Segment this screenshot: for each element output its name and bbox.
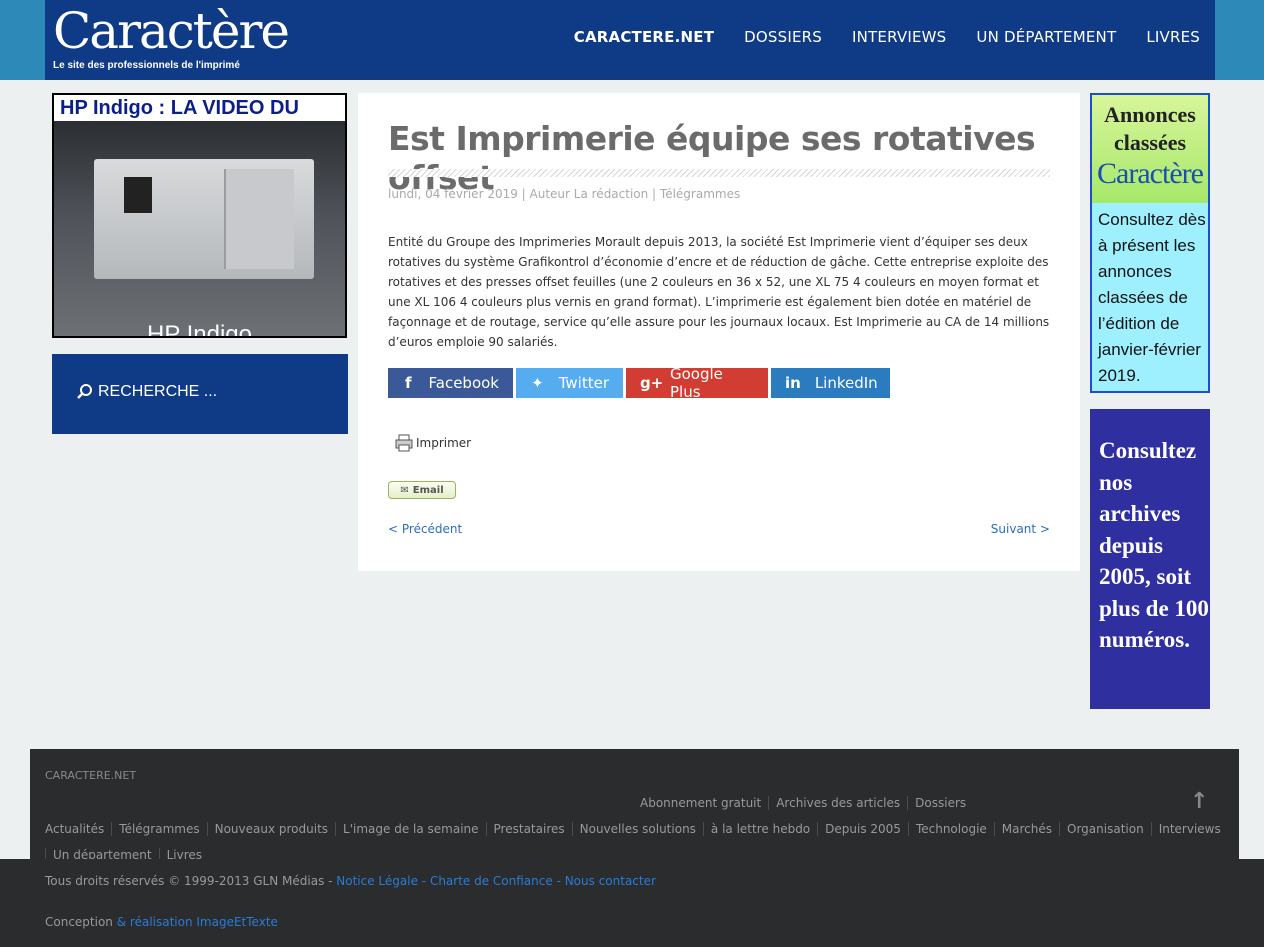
print-label: Imprimer	[416, 436, 472, 450]
classified-ads-header: Annonces classées Caractère	[1092, 95, 1208, 203]
footer-link-abonnement[interactable]: Abonnement gratuit	[640, 796, 768, 810]
footer-link-image-semaine[interactable]: L'image de la semaine	[335, 822, 486, 836]
footer-conception: Conception & réalisation ImageEtTexte	[45, 915, 278, 929]
classified-ads-text: Consultez dès à présent les annonces cla…	[1098, 210, 1206, 385]
video-title: HP Indigo : LA VIDEO DU MOIS	[54, 95, 345, 145]
printer-image	[94, 159, 314, 279]
archives-banner[interactable]: Consultez nos archives depuis 2005, soit…	[1090, 409, 1210, 709]
share-bar: f Facebook ✦ Twitter g+ Google Plus in L…	[388, 365, 890, 401]
previous-link[interactable]: < Précédent	[388, 522, 462, 536]
search-icon	[77, 384, 92, 399]
article-meta: lundi, 04 février 2019 | Auteur La rédac…	[388, 187, 741, 201]
footer-link-technologie[interactable]: Technologie	[907, 822, 994, 836]
footer-link-interviews[interactable]: Interviews	[1150, 822, 1228, 836]
share-facebook-label: Facebook	[428, 374, 499, 392]
nav-interviews[interactable]: INTERVIEWS	[837, 28, 961, 46]
email-label: Email	[412, 484, 444, 496]
article: Est Imprimerie équipe ses rotatives offs…	[358, 93, 1080, 571]
classified-ads-banner[interactable]: Annonces classées Caractère Consultez dè…	[1090, 93, 1210, 393]
footer-link-nouvelles-solutions[interactable]: Nouvelles solutions	[571, 822, 703, 836]
footer-link-actualites[interactable]: Actualités	[45, 822, 111, 836]
footer-link-telegrammes[interactable]: Télégrammes	[111, 822, 206, 836]
share-twitter-button[interactable]: ✦ Twitter	[516, 368, 623, 398]
video-thumbnail[interactable]: HP Indigo	[54, 121, 345, 338]
footer-link-prestataires[interactable]: Prestataires	[485, 822, 572, 836]
twitter-icon: ✦	[531, 374, 544, 392]
copyright-text: Tous droits réservés © 1999-2013 GLN Méd…	[45, 874, 337, 888]
envelope-icon: ✉	[400, 484, 409, 496]
video-caption: HP Indigo	[147, 321, 252, 338]
facebook-icon: f	[404, 374, 412, 392]
title-divider	[388, 169, 1050, 177]
footer: CARACTERE.NET Abonnement gratuit Archive…	[30, 749, 1239, 862]
nav-un-departement[interactable]: UN DÉPARTEMENT	[961, 28, 1131, 46]
linkedin-icon: in	[785, 374, 801, 392]
footer-bottom: Tous droits réservés © 1999-2013 GLN Méd…	[0, 859, 1264, 947]
video-of-month[interactable]: HP Indigo : LA VIDEO DU MOIS HP Indigo	[52, 93, 347, 338]
footer-link-lettre-hebdo[interactable]: à la lettre hebdo	[702, 822, 817, 836]
footer-copyright: Tous droits réservés © 1999-2013 GLN Méd…	[45, 874, 656, 888]
share-linkedin-button[interactable]: in LinkedIn	[771, 368, 890, 398]
share-linkedin-label: LinkedIn	[814, 374, 878, 392]
share-facebook-button[interactable]: f Facebook	[388, 368, 513, 398]
footer-link-organisation[interactable]: Organisation	[1059, 822, 1151, 836]
article-title: Est Imprimerie équipe ses rotatives offs…	[388, 119, 1036, 197]
classified-ads-brand: Caractère	[1097, 157, 1204, 190]
search-label: RECHERCHE ...	[98, 383, 218, 400]
footer-link-depuis-2005[interactable]: Depuis 2005	[817, 822, 908, 836]
nav-dossiers[interactable]: DOSSIERS	[729, 28, 837, 46]
email-button[interactable]: ✉ Email	[388, 481, 456, 499]
footer-links-row1: Actualités Télégrammes Nouveaux produits…	[45, 822, 1228, 836]
footer-links-top: Abonnement gratuit Archives des articles…	[640, 796, 973, 810]
footer-link-archives[interactable]: Archives des articles	[768, 796, 907, 810]
next-link[interactable]: Suivant >	[991, 522, 1050, 536]
nav-livres[interactable]: LIVRES	[1131, 28, 1215, 46]
back-to-top-icon[interactable]: ↑	[1190, 789, 1208, 814]
logo-text: Caractère	[53, 2, 290, 60]
nav-caractere-net[interactable]: CARACTERE.NET	[559, 28, 729, 46]
share-googleplus-button[interactable]: g+ Google Plus	[626, 365, 768, 401]
archives-text: Consultez nos archives depuis 2005, soit…	[1099, 438, 1209, 652]
conception-text: Conception	[45, 915, 117, 929]
footer-site-name: CARACTERE.NET	[45, 769, 137, 782]
search-box[interactable]: RECHERCHE ...	[52, 354, 348, 434]
share-googleplus-label: Google Plus	[670, 365, 723, 401]
footer-link-dossiers[interactable]: Dossiers	[907, 796, 973, 810]
agency-link[interactable]: ImageEtTexte	[196, 915, 278, 929]
article-body: Entité du Groupe des Imprimeries Morault…	[388, 235, 1050, 349]
site-logo[interactable]: Caractère Le site des professionnels de …	[53, 2, 290, 71]
classified-ads-title: Annonces classées	[1104, 102, 1196, 155]
realisation-text: & réalisation	[116, 915, 197, 929]
googleplus-icon: g+	[640, 374, 664, 392]
footer-link-nouveaux-produits[interactable]: Nouveaux produits	[206, 822, 335, 836]
printer-icon	[395, 434, 413, 452]
main-nav: CARACTERE.NET DOSSIERS INTERVIEWS UN DÉP…	[559, 28, 1215, 46]
print-button[interactable]: Imprimer	[394, 433, 471, 453]
legal-links[interactable]: Notice Légale - Charte de Confiance - No…	[336, 874, 656, 888]
logo-tagline: Le site des professionnels de l'imprimé	[53, 60, 240, 71]
site-header: Caractère Le site des professionnels de …	[45, 0, 1215, 80]
footer-link-marches[interactable]: Marchés	[993, 822, 1059, 836]
share-twitter-label: Twitter	[558, 374, 609, 392]
